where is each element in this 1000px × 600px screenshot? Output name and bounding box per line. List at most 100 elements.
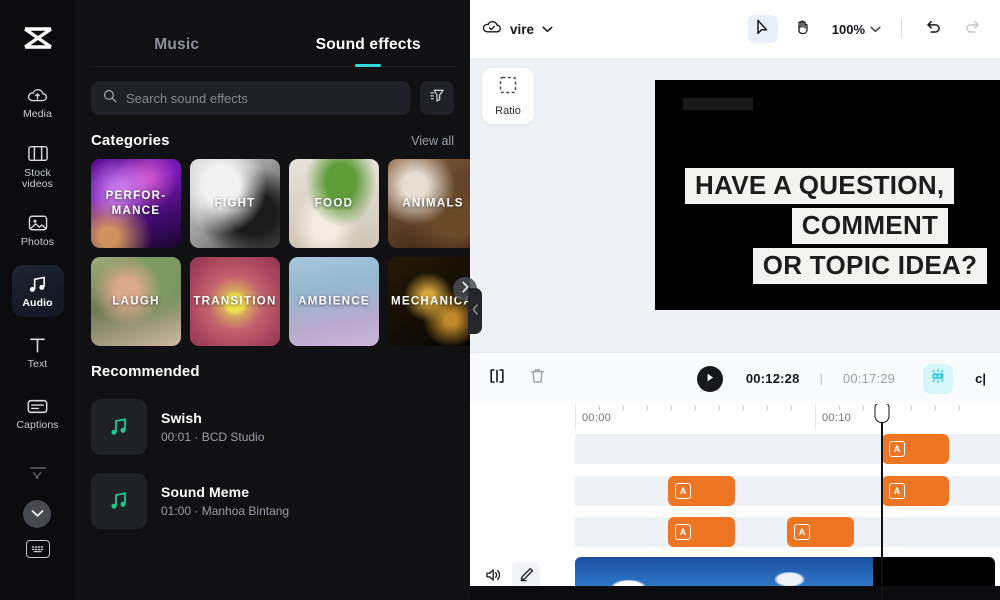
chevron-left-icon xyxy=(472,302,479,320)
tab-sound-effects[interactable]: Sound effects xyxy=(273,36,465,66)
preview-text-line: HAVE A QUESTION, xyxy=(685,168,955,204)
timeline-track[interactable]: A xyxy=(575,434,1000,464)
preview-text-line: COMMENT xyxy=(791,208,949,244)
timeline-clip[interactable]: A xyxy=(882,434,949,464)
sidebar-item-media[interactable]: Media xyxy=(12,76,64,128)
ruler-label: 00:10 xyxy=(822,412,852,424)
tab-music[interactable]: Music xyxy=(81,36,273,66)
effects-icon xyxy=(27,462,49,484)
track-info: Swish 00:01 · BCD Studio xyxy=(161,410,264,444)
timeline-toolbar: 00:12:28 | 00:17:29 c| xyxy=(470,352,1000,404)
sidebar-item-captions[interactable]: Captions xyxy=(12,387,64,439)
editor-area: vire 100% Ratio HAVE A QUESTION, COMMENT… xyxy=(470,0,1000,600)
window-footer-bar xyxy=(470,586,1000,600)
redo-button[interactable] xyxy=(958,15,988,43)
categories-view-all-link[interactable]: View all xyxy=(411,134,454,148)
sidebar-item-label: Audio xyxy=(22,297,53,309)
search-input-wrapper[interactable] xyxy=(91,81,410,115)
project-selector[interactable]: vire xyxy=(482,19,553,40)
category-tile-animals[interactable]: ANIMALS xyxy=(388,159,478,248)
hand-icon xyxy=(795,19,810,40)
category-tile-mechanical[interactable]: MECHANICAL xyxy=(388,257,478,346)
recommended-header: Recommended xyxy=(75,346,470,390)
audio-clip-badge: A xyxy=(889,441,905,457)
track-meta: 01:00 · Manhoa Bintang xyxy=(161,504,290,518)
track-thumbnail xyxy=(91,399,147,455)
search-input[interactable] xyxy=(126,90,398,106)
video-preview[interactable]: HAVE A QUESTION, COMMENT OR TOPIC IDEA? xyxy=(655,80,1000,310)
clip-badge-letter: A xyxy=(679,485,687,496)
timeline-tracks-area[interactable]: 00:00 00:10 A A A A A xyxy=(575,404,1000,600)
music-note-icon xyxy=(111,418,126,435)
delete-clip-button[interactable] xyxy=(524,366,550,392)
timeline-clip[interactable]: A xyxy=(668,476,735,506)
sidebar-item-label: Captions xyxy=(16,419,59,431)
ratio-label: Ratio xyxy=(495,105,521,117)
time-separator: | xyxy=(819,371,823,386)
zoom-level-value: 100% xyxy=(831,21,865,37)
category-label: AMBIENCE xyxy=(298,295,370,307)
timeline-clip[interactable]: A xyxy=(668,517,735,547)
list-item[interactable]: Sound Meme 01:00 · Manhoa Bintang xyxy=(91,464,454,538)
pencil-icon xyxy=(518,566,535,588)
select-tool-button[interactable] xyxy=(747,15,778,43)
categories-title: Categories xyxy=(91,132,170,149)
timeline-track[interactable]: A A xyxy=(575,476,1000,506)
clip-badge-letter: A xyxy=(798,526,806,537)
track-info: Sound Meme 01:00 · Manhoa Bintang xyxy=(161,484,289,518)
category-tile-ambience[interactable]: AMBIENCE xyxy=(289,257,379,346)
audio-clip-badge: A xyxy=(675,483,691,499)
project-name: vire xyxy=(510,21,535,37)
playhead-handle[interactable] xyxy=(874,404,890,423)
timeline-clip[interactable]: A xyxy=(787,517,854,547)
sidebar-item-audio[interactable]: Audio xyxy=(11,265,64,317)
track-name: Swish xyxy=(161,410,202,426)
filter-button[interactable] xyxy=(420,81,454,115)
play-button[interactable] xyxy=(696,365,723,392)
category-tile-transition[interactable]: TRANSITION xyxy=(190,257,280,346)
sidebar-item-text[interactable]: Text xyxy=(12,326,64,378)
panel-collapse-handle[interactable] xyxy=(468,288,482,334)
zoom-level-selector[interactable]: 100% xyxy=(828,20,885,38)
list-item[interactable]: Swish 00:01 · BCD Studio xyxy=(91,390,454,464)
timeline-ruler[interactable]: 00:00 00:10 xyxy=(575,404,1000,430)
sidebar-item-photos[interactable]: Photos xyxy=(12,204,64,256)
playhead[interactable] xyxy=(874,404,890,600)
category-tile-laugh[interactable]: LAUGH xyxy=(91,257,181,346)
audio-library-panel: Music Sound effects Categories View all … xyxy=(75,0,482,600)
preview-text-line: OR TOPIC IDEA? xyxy=(752,248,988,284)
category-label: TRANSITION xyxy=(193,295,277,307)
category-tile-food[interactable]: FOOD xyxy=(289,159,379,248)
chevron-down-icon xyxy=(542,20,553,38)
ai-tools-button[interactable] xyxy=(923,363,954,394)
categories-grid: PERFOR- MANCE FIGHT FOOD ANIMALS LAUGH TR… xyxy=(75,159,478,346)
category-tile-performance[interactable]: PERFOR- MANCE xyxy=(91,159,181,248)
play-icon xyxy=(705,370,715,388)
track-thumbnail xyxy=(91,473,147,529)
keyboard-shortcuts-button[interactable] xyxy=(25,540,50,558)
preview-stage: Ratio HAVE A QUESTION, COMMENT OR TOPIC … xyxy=(470,58,1000,352)
expand-more-button[interactable] xyxy=(23,500,51,528)
capcut-logo[interactable] xyxy=(18,22,58,56)
timeline-track[interactable]: A A xyxy=(575,517,1000,547)
recommended-list: Swish 00:01 · BCD Studio Sound Meme 01:0… xyxy=(75,390,470,538)
undo-icon xyxy=(925,19,941,39)
current-time: 00:12:28 xyxy=(745,371,800,386)
image-icon xyxy=(27,212,49,234)
category-tile-fight[interactable]: FIGHT xyxy=(190,159,280,248)
sidebar-item-stock-videos[interactable]: Stock videos xyxy=(12,137,64,195)
timeline-clip[interactable]: A xyxy=(882,476,949,506)
audio-clip-badge: A xyxy=(794,524,810,540)
sidebar-item-more[interactable] xyxy=(12,448,64,500)
clip-badge-letter: A xyxy=(893,485,901,496)
undo-button[interactable] xyxy=(918,15,948,43)
audio-clip-badge: A xyxy=(675,524,691,540)
ratio-button[interactable]: Ratio xyxy=(482,68,534,124)
hand-tool-button[interactable] xyxy=(788,15,818,43)
capcut-editor-window: Media Stock videos Photos Audio Text Cap… xyxy=(0,0,1000,600)
split-clip-button[interactable] xyxy=(484,366,510,392)
crop-frame-icon xyxy=(498,75,518,100)
category-label: FIGHT xyxy=(214,197,256,209)
preview-text-overlay: HAVE A QUESTION, COMMENT OR TOPIC IDEA? xyxy=(655,168,1000,284)
sidebar-item-label: Media xyxy=(22,108,53,120)
